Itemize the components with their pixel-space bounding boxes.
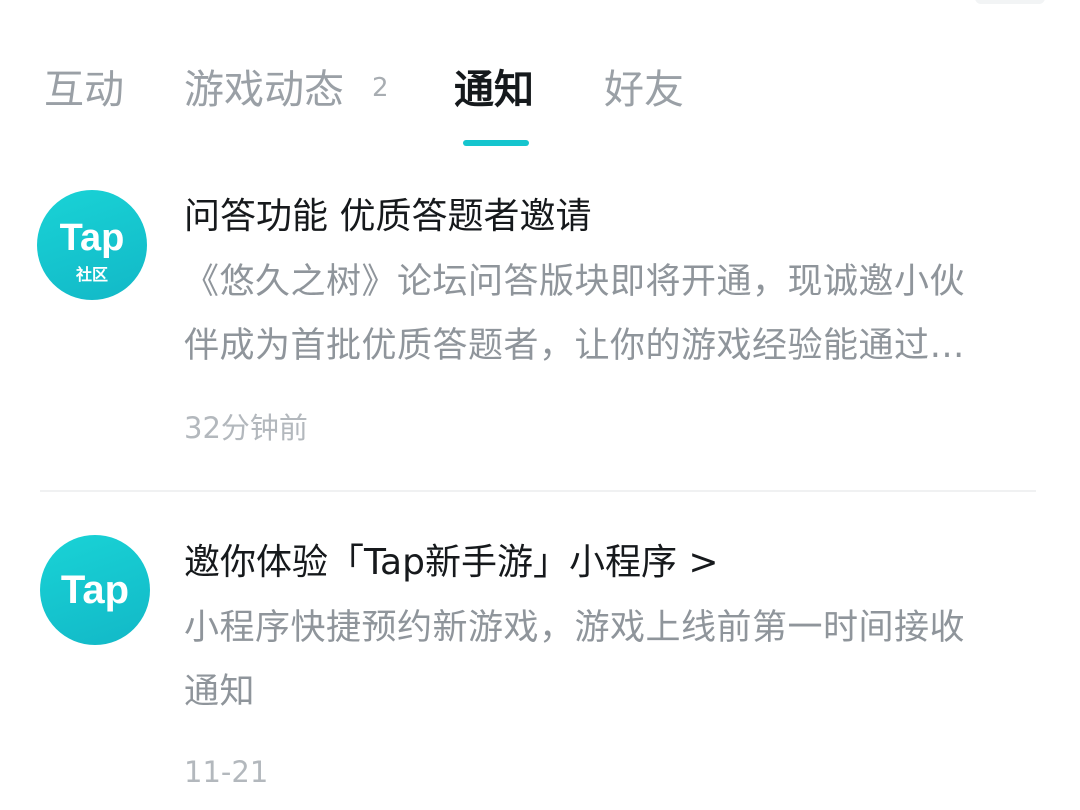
notification-body: 《悠久之树》论坛问答版块即将开通，现诚邀小伙 伴成为首批优质答题者，让你的游戏经…: [184, 250, 1034, 378]
notification-title-link[interactable]: 邀你体验「Tap新手游」小程序 >: [184, 538, 719, 588]
notification-body-line: 通知: [184, 672, 256, 712]
tab-game-updates-badge: 2: [372, 73, 389, 103]
avatar-logo-text: Tap: [61, 568, 129, 612]
divider: [40, 490, 1036, 492]
tab-interaction[interactable]: 互动: [44, 62, 124, 118]
notification-body-line: 《悠久之树》论坛问答版块即将开通，现诚邀小伙: [184, 262, 966, 302]
notification-time: 32分钟前: [184, 411, 308, 445]
tab-notifications[interactable]: 通知: [454, 62, 534, 118]
tap-avatar[interactable]: Tap: [40, 535, 150, 645]
avatar-logo-subtext: 社区: [75, 265, 108, 284]
tap-community-avatar[interactable]: Tap 社区: [37, 190, 147, 300]
active-tab-indicator: [463, 140, 529, 146]
notification-page: 互动 游戏动态 2 通知 好友 Tap 社区 问答功能 优质答题者邀请 《悠久之…: [0, 0, 1080, 810]
notification-body-line: 伴成为首批优质答题者，让你的游戏经验能通过…: [184, 326, 966, 366]
notification-body-line: 小程序快捷预约新游戏，游戏上线前第一时间接收: [184, 608, 966, 648]
notification-time: 11-21: [184, 755, 269, 789]
tab-bar: 互动 游戏动态 2 通知 好友: [0, 0, 1080, 160]
notification-body: 小程序快捷预约新游戏，游戏上线前第一时间接收 通知: [184, 596, 1034, 724]
tab-game-updates[interactable]: 游戏动态: [184, 62, 344, 118]
avatar-logo-text: Tap: [60, 217, 125, 259]
notification-title: 问答功能 优质答题者邀请: [184, 196, 592, 237]
tab-friends[interactable]: 好友: [604, 62, 684, 118]
